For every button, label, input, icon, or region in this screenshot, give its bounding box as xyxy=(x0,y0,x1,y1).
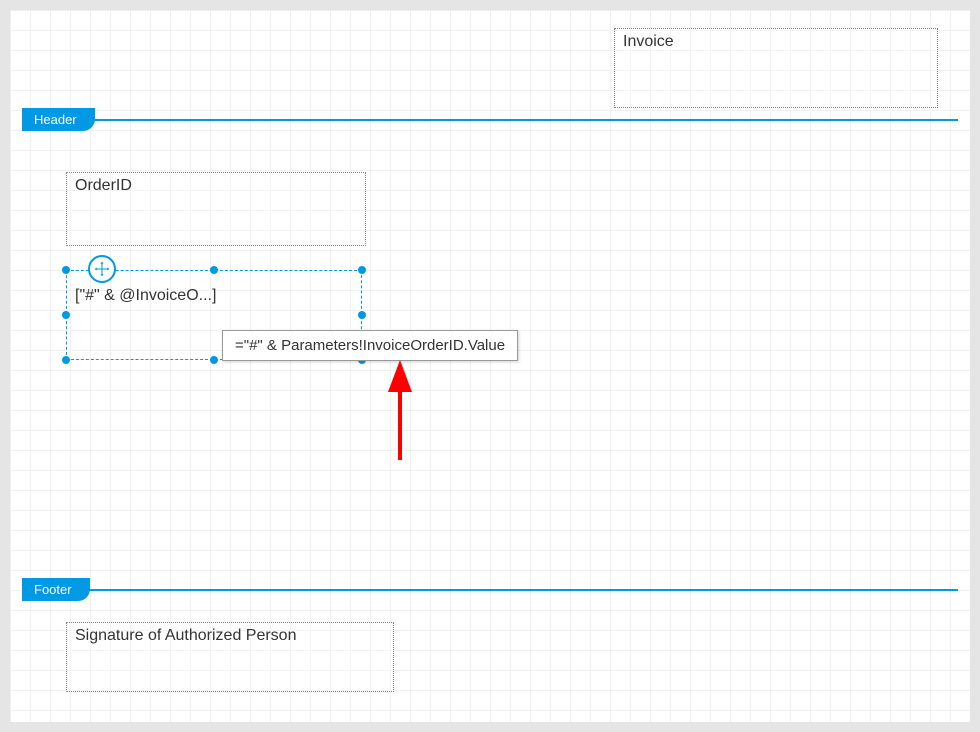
invoice-text: Invoice xyxy=(623,33,674,50)
move-handle[interactable] xyxy=(88,255,116,283)
signature-text: Signature of Authorized Person xyxy=(75,627,296,644)
footer-divider xyxy=(22,589,958,591)
selection-handle-nw[interactable] xyxy=(62,266,70,274)
selection-handle-ne[interactable] xyxy=(358,266,366,274)
selection-handle-w[interactable] xyxy=(62,311,70,319)
signature-textbox[interactable]: Signature of Authorized Person xyxy=(66,622,394,692)
report-designer-canvas[interactable]: Header Invoice OrderID ["#" & @InvoiceO.… xyxy=(10,10,970,722)
expression-tooltip: ="#" & Parameters!InvoiceOrderID.Value xyxy=(222,330,518,361)
footer-section-label: Footer xyxy=(34,582,72,597)
selection-handle-sw[interactable] xyxy=(62,356,70,364)
selection-handle-e[interactable] xyxy=(358,311,366,319)
header-section-tab[interactable]: Header xyxy=(22,108,95,131)
footer-section-tab[interactable]: Footer xyxy=(22,578,90,601)
selection-handle-n[interactable] xyxy=(210,266,218,274)
expression-tooltip-text: ="#" & Parameters!InvoiceOrderID.Value xyxy=(235,337,505,354)
selection-handle-s[interactable] xyxy=(210,356,218,364)
header-divider xyxy=(22,119,958,121)
invoice-textbox[interactable]: Invoice xyxy=(614,28,938,108)
annotation-arrow-icon xyxy=(384,360,424,470)
header-section-label: Header xyxy=(34,112,77,127)
orderid-textbox[interactable]: OrderID xyxy=(66,172,366,246)
orderid-text: OrderID xyxy=(75,177,132,194)
expression-display-text: ["#" & @InvoiceO...] xyxy=(75,287,216,304)
move-icon xyxy=(93,260,111,278)
